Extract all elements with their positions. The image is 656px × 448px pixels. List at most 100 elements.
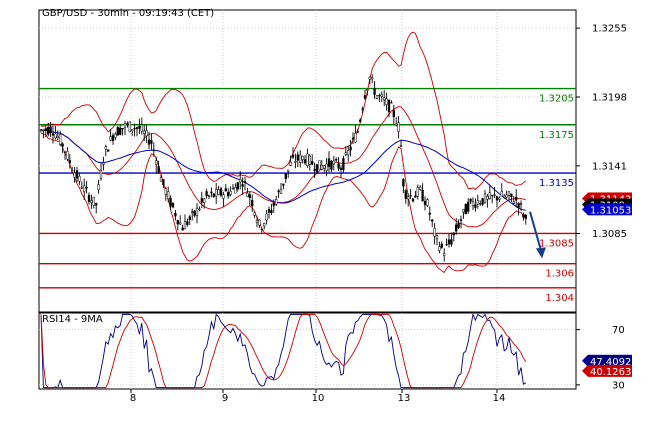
candle-body: [236, 182, 239, 190]
candle-body: [519, 203, 523, 205]
candle-body: [219, 188, 223, 196]
candle-body: [275, 199, 278, 205]
candle-body: [210, 191, 213, 194]
candle-body: [452, 232, 455, 236]
candle-body: [143, 130, 146, 134]
candle-body: [323, 165, 326, 169]
candle-body: [392, 110, 395, 117]
candle-body: [289, 161, 292, 166]
candle-body: [507, 191, 511, 196]
candle-body: [198, 208, 201, 211]
time-axis-label-0: 8: [130, 393, 136, 404]
candle-body: [512, 201, 515, 204]
candle-body: [339, 167, 343, 170]
candle-body: [183, 221, 187, 230]
candle-body: [78, 176, 81, 182]
candle-body: [138, 126, 141, 129]
level-label-4: 1.306: [545, 269, 574, 280]
candle-body: [68, 160, 71, 164]
candle-body: [179, 222, 182, 225]
candle-body: [227, 192, 230, 197]
candle-body: [191, 211, 194, 213]
candle-body: [222, 194, 225, 199]
candle-body: [44, 128, 47, 131]
candle-body: [407, 196, 410, 200]
candle-body: [467, 201, 470, 212]
candle-body: [255, 220, 259, 224]
candle-body: [270, 210, 273, 214]
candle-body: [246, 192, 249, 197]
candle-body: [450, 239, 453, 245]
candle-body: [253, 212, 256, 216]
candle-body: [464, 204, 467, 215]
rsi-badge-pointer-1: [582, 364, 588, 377]
level-label-1: 1.3175: [539, 130, 574, 141]
candle-body: [54, 133, 57, 139]
candle-body: [474, 204, 477, 208]
candle-body: [97, 184, 100, 190]
candle-body: [176, 220, 179, 225]
candle-body: [212, 193, 215, 197]
candle-body: [479, 203, 482, 205]
candle-body: [251, 200, 254, 207]
candle-body: [311, 161, 314, 165]
candle-body: [455, 224, 458, 232]
candle-body: [80, 187, 83, 189]
rsi-badge-pointer-0: [582, 354, 588, 367]
candle-body: [419, 186, 422, 190]
candle-body: [435, 235, 439, 240]
candle-body: [510, 193, 513, 197]
candle-body: [104, 146, 107, 150]
candle-body: [116, 127, 119, 136]
candle-body: [483, 193, 487, 203]
candle-body: [318, 160, 321, 170]
candle-body: [399, 145, 403, 147]
candle-body: [42, 129, 45, 132]
candle-body: [145, 130, 148, 137]
candle-body: [313, 168, 316, 171]
candle-body: [174, 213, 177, 217]
candle-body: [51, 133, 55, 136]
candle-body: [140, 124, 143, 132]
level-label-2: 1.3135: [539, 178, 574, 189]
candle-body: [203, 198, 206, 203]
candle-body: [195, 207, 199, 216]
rsi-badge-label-1: 40.1263: [590, 367, 631, 378]
candle-body: [162, 179, 165, 185]
candle-body: [265, 213, 268, 221]
price-axis-label-3: 1.3085: [592, 229, 627, 240]
rsi-axis-label-1: 30: [612, 380, 625, 391]
candle-body: [476, 200, 479, 205]
candle-body: [373, 88, 376, 95]
time-axis-label-2: 10: [312, 393, 325, 404]
candle-body: [167, 191, 170, 200]
candle-body: [272, 203, 275, 206]
candle-body: [241, 184, 244, 187]
candle-body: [402, 179, 405, 187]
candle-body: [354, 132, 357, 143]
candle-body: [59, 134, 62, 145]
candle-body: [114, 133, 117, 138]
chart-svg: 1.3205 1.3175 1.3135 1.3085 1.306 1.304 1.325…: [38, 8, 632, 404]
candle-body: [438, 246, 441, 251]
price-axis-label-2: 1.3141: [592, 161, 627, 172]
candle-body: [47, 126, 50, 135]
candle-body: [171, 202, 175, 208]
candle-body: [131, 129, 134, 132]
candle-body: [39, 129, 43, 131]
candle-body: [260, 228, 263, 231]
candle-body: [395, 123, 398, 126]
candle-body: [325, 163, 328, 171]
candle-body: [361, 108, 364, 110]
candle-body: [119, 127, 122, 135]
candle-body: [92, 196, 95, 206]
candle-body: [491, 195, 494, 197]
time-axis-label-4: 14: [493, 393, 506, 404]
candle-body: [416, 187, 419, 197]
candle-body: [515, 196, 518, 201]
candle-body: [85, 187, 88, 189]
candle-body: [387, 99, 391, 113]
candle-body: [279, 188, 283, 194]
candle-body: [150, 140, 153, 144]
candle-body: [443, 253, 446, 256]
